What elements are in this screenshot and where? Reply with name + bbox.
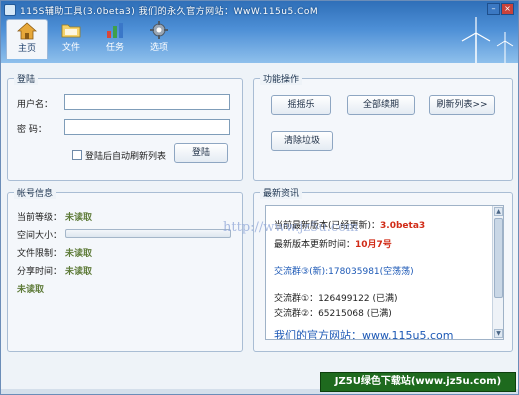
file-limit-value: 未读取	[65, 249, 93, 259]
news-group2-line: 交流群②：65215068 (已满)	[274, 309, 392, 319]
app-window: 115S辅助工具(3.0beta3) 我们的永久官方网站：WwW.115u5.C…	[0, 0, 519, 395]
scroll-thumb[interactable]	[494, 218, 503, 298]
tasks-icon	[107, 23, 123, 38]
window-title: 115S辅助工具(3.0beta3) 我们的永久官方网站：WwW.115u5.C…	[20, 7, 319, 17]
username-label: 用户名：	[17, 100, 54, 110]
refresh-list-button[interactable]: 刷新列表>>	[429, 95, 495, 115]
auto-refresh-checkbox[interactable]	[72, 150, 82, 160]
scroll-up-icon[interactable]: ▲	[494, 207, 503, 216]
login-group-title: 登陆	[14, 72, 39, 85]
toolbar-options-label: 选项	[149, 43, 168, 53]
space-progress-bar	[65, 229, 231, 238]
news-update-time-value: 10月7号	[355, 240, 392, 250]
username-input[interactable]	[64, 94, 230, 110]
renew-all-button[interactable]: 全部续期	[347, 95, 415, 115]
account-status: 未读取	[17, 285, 45, 295]
toolbar-banner: 115S辅助工具(3.0beta3) 我们的永久官方网站：WwW.115u5.C…	[1, 1, 518, 63]
minimize-button[interactable]: –	[487, 3, 500, 15]
news-group-title: 最新资讯	[260, 186, 303, 199]
scroll-down-icon[interactable]: ▼	[494, 329, 503, 338]
news-version-value: 3.0beta3	[380, 221, 426, 231]
share-time-value: 未读取	[65, 267, 93, 277]
shake-button[interactable]: 摇摇乐	[271, 95, 331, 115]
wind-turbine-small-icon	[496, 32, 514, 63]
level-label: 当前等级：	[17, 213, 63, 223]
news-official-site-line[interactable]: 我们的官方网站：www.115u5.com	[274, 327, 453, 339]
news-update-time-label: 最新版本更新时间：	[274, 240, 356, 250]
download-site-badge: JZ5U绿色下载站(www.jz5u.com)	[320, 372, 516, 392]
functions-group: 功能操作 摇摇乐 全部续期 刷新列表>> 清除垃圾	[253, 72, 513, 181]
space-label: 空间大小：	[17, 231, 63, 241]
clear-junk-button[interactable]: 清除垃圾	[271, 131, 333, 151]
wind-turbine-icon	[461, 17, 491, 63]
watermark-url: http://www.jz5u.com	[223, 220, 359, 235]
home-icon	[17, 22, 37, 40]
toolbar-home-label: 主页	[17, 44, 36, 54]
login-button[interactable]: 登陆	[174, 143, 228, 163]
toolbar-files-label: 文件	[61, 43, 80, 53]
close-button[interactable]: ×	[501, 3, 514, 15]
news-group3-line[interactable]: 交流群③(新):178035981(空荡荡)	[274, 264, 414, 277]
news-group: 最新资讯 当前最新版本(已经更新)：3.0beta3 最新版本更新时间：10月7…	[253, 186, 513, 352]
functions-group-title: 功能操作	[260, 72, 303, 85]
toolbar-tasks-label: 任务	[105, 43, 124, 53]
news-group1-line: 交流群①：126499122 (已满)	[274, 294, 398, 304]
login-group: 登陆 用户名： 密 码： 登陆后自动刷新列表 登陆	[7, 72, 243, 181]
password-input[interactable]	[64, 119, 230, 135]
file-limit-label: 文件限制：	[17, 249, 63, 259]
toolbar-home-button[interactable]: 主页	[6, 19, 48, 59]
window-controls: – ×	[487, 3, 514, 15]
toolbar-tasks-button[interactable]: 任务	[94, 19, 136, 59]
share-time-label: 分享时间：	[17, 267, 63, 277]
level-value: 未读取	[65, 213, 93, 223]
auto-refresh-label: 登陆后自动刷新列表	[85, 152, 167, 162]
account-info-group: 帐号信息 当前等级： 未读取 空间大小： 文件限制： 未读取 分享时间： 未读取…	[7, 186, 243, 352]
news-scrollbar[interactable]: ▲ ▼	[492, 206, 503, 339]
settings-icon	[150, 21, 168, 39]
password-label: 密 码：	[17, 125, 47, 135]
app-icon	[4, 4, 16, 16]
folder-icon	[61, 24, 81, 38]
news-update-time-line: 最新版本更新时间：10月7号	[274, 237, 392, 250]
account-group-title: 帐号信息	[14, 186, 57, 199]
toolbar-files-button[interactable]: 文件	[50, 19, 92, 59]
toolbar-options-button[interactable]: 选项	[138, 19, 180, 59]
